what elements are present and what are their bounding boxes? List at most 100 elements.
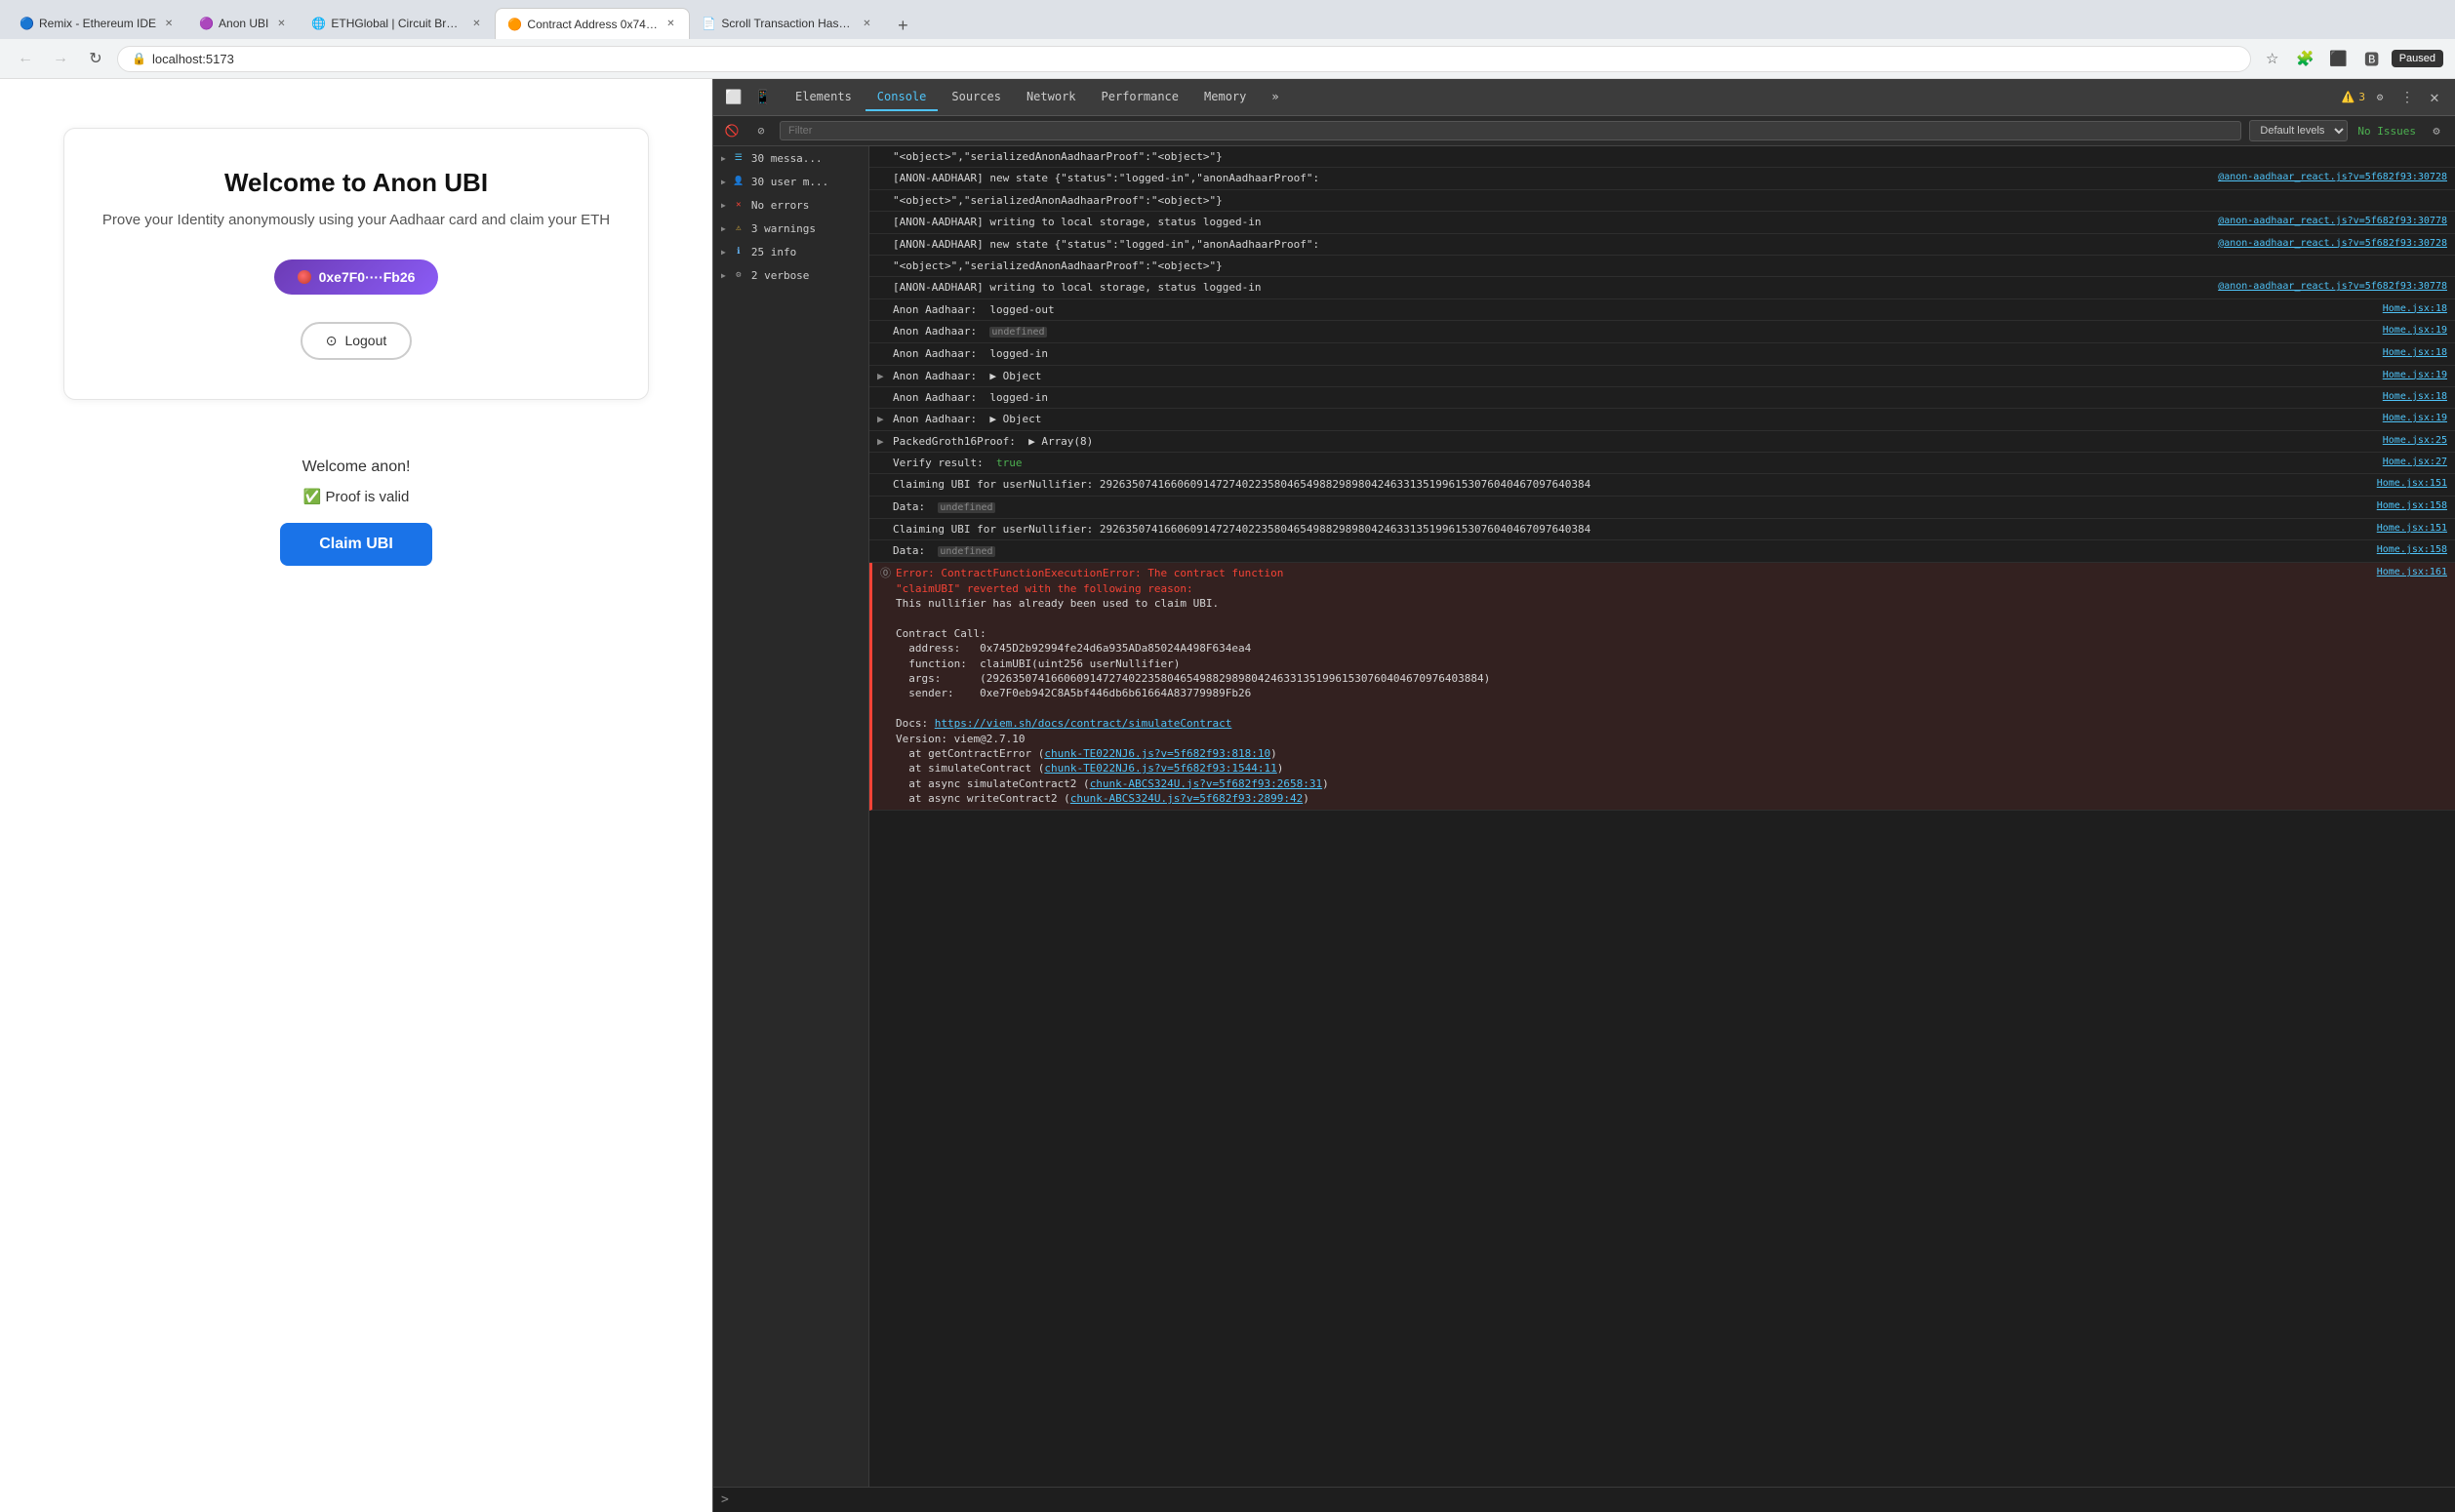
log-entry-error: ⓪ Error: ContractFunctionExecutionError:… bbox=[869, 563, 2455, 810]
tab-console[interactable]: Console bbox=[865, 84, 939, 111]
console-level-select[interactable]: Default levels bbox=[2249, 120, 2348, 141]
tab-elements[interactable]: Elements bbox=[784, 84, 864, 111]
wallet-address-button[interactable]: 0xe7F0····Fb26 bbox=[274, 259, 439, 295]
log-source-aa5[interactable]: Home.jsx:18 bbox=[2383, 390, 2447, 405]
log-source-aa1[interactable]: Home.jsx:18 bbox=[2383, 302, 2447, 317]
sidebar-item-user[interactable]: ▶ 👤 30 user m... bbox=[713, 170, 868, 193]
log-source-claim2[interactable]: Home.jsx:151 bbox=[2377, 522, 2447, 537]
console-settings-button[interactable]: ⚙ bbox=[2426, 120, 2447, 141]
log-source-packed[interactable]: Home.jsx:25 bbox=[2383, 434, 2447, 449]
log-source-error[interactable]: Home.jsx:161 bbox=[2377, 566, 2447, 806]
log-source-anon2[interactable]: @anon-aadhaar_react.js?v=5f682f93:30728 bbox=[2218, 237, 2447, 252]
tab-title-contract: Contract Address 0x745d2b... bbox=[527, 18, 658, 31]
back-button[interactable]: ← bbox=[12, 45, 39, 72]
device-toolbar-button[interactable]: 📱 bbox=[750, 85, 776, 110]
console-output[interactable]: "<object>","serializedAnonAadhaarProof":… bbox=[869, 146, 2455, 1487]
clear-console-button[interactable]: 🚫 bbox=[721, 120, 743, 141]
expand-arrow-13[interactable]: ▶ bbox=[877, 412, 891, 426]
log-source-data1[interactable]: Home.jsx:158 bbox=[2377, 499, 2447, 515]
tab-close-remix[interactable]: ✕ bbox=[162, 17, 176, 30]
log-content-packed: PackedGroth16Proof: ▶ Array(8) bbox=[893, 434, 2375, 449]
error-icon: ✕ bbox=[732, 198, 745, 212]
tab-close-scroll[interactable]: ✕ bbox=[860, 17, 873, 30]
star-button[interactable]: ☆ bbox=[2259, 45, 2286, 72]
inspect-element-button[interactable]: ⬜ bbox=[721, 85, 746, 110]
console-input[interactable] bbox=[735, 1493, 2447, 1506]
tab-remix[interactable]: 🔵 Remix - Ethereum IDE ✕ bbox=[8, 8, 187, 39]
log-source-data2[interactable]: Home.jsx:158 bbox=[2377, 543, 2447, 559]
log-source-aa2[interactable]: Home.jsx:19 bbox=[2383, 324, 2447, 339]
log-source-aa3[interactable]: Home.jsx:18 bbox=[2383, 346, 2447, 361]
expand-arrow-17 bbox=[877, 499, 891, 515]
log-entry-anon1: [ANON-AADHAAR] new state {"status":"logg… bbox=[869, 168, 2455, 189]
log-entry-claim2: Claiming UBI for userNullifier: 29263507… bbox=[869, 519, 2455, 540]
log-source-verify[interactable]: Home.jsx:27 bbox=[2383, 456, 2447, 470]
messages-label: 30 messa... bbox=[751, 152, 823, 165]
log-entry-data1: Data: undefined Home.jsx:158 bbox=[869, 497, 2455, 519]
expand-icon-3: ▶ bbox=[721, 201, 726, 210]
url-bar[interactable]: 🔒 localhost:5173 bbox=[117, 46, 2251, 72]
expand-arrow-11[interactable]: ▶ bbox=[877, 369, 891, 383]
webpage-inner: Welcome to Anon UBI Prove your Identity … bbox=[24, 79, 688, 585]
sidebar-item-verbose[interactable]: ▶ ⚙ 2 verbose bbox=[713, 263, 868, 287]
sidebar-item-messages[interactable]: ▶ ☰ 30 messa... bbox=[713, 146, 868, 170]
profile-button[interactable]: 🅱 bbox=[2358, 45, 2386, 72]
devtools-icons: ⬜ 📱 bbox=[721, 85, 776, 110]
sidebar-item-errors[interactable]: ▶ ✕ No errors bbox=[713, 193, 868, 217]
console-filter-input[interactable] bbox=[780, 121, 2241, 140]
log-content-aa4: Anon Aadhaar: ▶ Object bbox=[893, 369, 2375, 383]
expand-arrow-14[interactable]: ▶ bbox=[877, 434, 891, 449]
reload-button[interactable]: ↻ bbox=[82, 45, 109, 72]
log-source-claim1[interactable]: Home.jsx:151 bbox=[2377, 477, 2447, 492]
log-source-aa4[interactable]: Home.jsx:19 bbox=[2383, 369, 2447, 383]
claim-ubi-button[interactable]: Claim UBI bbox=[280, 523, 432, 566]
info-label: 25 info bbox=[751, 246, 796, 259]
tab-sources[interactable]: Sources bbox=[940, 84, 1013, 111]
chunk-link-1[interactable]: chunk-TE022NJ6.js?v=5f682f93:818:10 bbox=[1044, 747, 1270, 760]
tab-performance[interactable]: Performance bbox=[1090, 84, 1190, 111]
chunk-link-2[interactable]: chunk-TE022NJ6.js?v=5f682f93:1544:11 bbox=[1044, 762, 1276, 775]
log-content-aa2: Anon Aadhaar: undefined bbox=[893, 324, 2375, 339]
proof-badge: ✅ Proof is valid bbox=[303, 488, 410, 505]
console-filter-icon: ⊘ bbox=[750, 120, 772, 141]
warning-icon: ⚠️ bbox=[2342, 91, 2355, 103]
log-source-write1[interactable]: @anon-aadhaar_react.js?v=5f682f93:30778 bbox=[2218, 215, 2447, 229]
new-tab-button[interactable]: + bbox=[889, 12, 916, 39]
forward-button[interactable]: → bbox=[47, 45, 74, 72]
tab-memory[interactable]: Memory bbox=[1192, 84, 1258, 111]
devtools-toggle-button[interactable]: ⬛ bbox=[2325, 45, 2353, 72]
tab-close-ethglobal[interactable]: ✕ bbox=[469, 17, 483, 30]
expand-arrow-20: ⓪ bbox=[880, 566, 894, 806]
chunk-link-4[interactable]: chunk-ABCS324U.js?v=5f682f93:2899:42 bbox=[1070, 792, 1303, 805]
tab-close-contract[interactable]: ✕ bbox=[664, 18, 677, 31]
devtools-more-button[interactable]: ⋮ bbox=[2395, 85, 2420, 110]
tab-close-anon[interactable]: ✕ bbox=[274, 17, 288, 30]
verbose-icon: ⚙ bbox=[732, 268, 745, 282]
tab-network[interactable]: Network bbox=[1015, 84, 1088, 111]
log-content-anon2: [ANON-AADHAAR] new state {"status":"logg… bbox=[893, 237, 2210, 252]
chunk-link-3[interactable]: chunk-ABCS324U.js?v=5f682f93:2658:31 bbox=[1090, 777, 1322, 790]
devtools-settings-button[interactable]: ⚙ bbox=[2367, 85, 2393, 110]
sidebar-item-warnings[interactable]: ▶ ⚠ 3 warnings bbox=[713, 217, 868, 240]
tab-ethglobal[interactable]: 🌐 ETHGlobal | Circuit Breaker ✕ bbox=[300, 8, 495, 39]
log-entry-aa1: Anon Aadhaar: logged-out Home.jsx:18 bbox=[869, 299, 2455, 321]
docs-link[interactable]: https://viem.sh/docs/contract/simulateCo… bbox=[935, 717, 1232, 730]
tab-scroll[interactable]: 📄 Scroll Transaction Hash (Txh... ✕ bbox=[690, 8, 885, 39]
log-source-write2[interactable]: @anon-aadhaar_react.js?v=5f682f93:30778 bbox=[2218, 280, 2447, 295]
tab-anon-ubi[interactable]: 🟣 Anon UBI ✕ bbox=[187, 8, 300, 39]
welcome-text: Welcome anon! bbox=[44, 458, 668, 476]
tab-contract[interactable]: 🟠 Contract Address 0x745d2b... ✕ bbox=[495, 8, 690, 39]
log-source-aa6[interactable]: Home.jsx:19 bbox=[2383, 412, 2447, 426]
sidebar-item-info[interactable]: ▶ ℹ 25 info bbox=[713, 240, 868, 263]
extensions-button[interactable]: 🧩 bbox=[2292, 45, 2319, 72]
log-entry-anon1b: "<object>","serializedAnonAadhaarProof":… bbox=[869, 190, 2455, 212]
console-body: ▶ ☰ 30 messa... ▶ 👤 30 user m... ▶ ✕ No … bbox=[713, 146, 2455, 1487]
log-source-anon1[interactable]: @anon-aadhaar_react.js?v=5f682f93:30728 bbox=[2218, 171, 2447, 185]
logout-button[interactable]: ⊙ Logout bbox=[301, 322, 413, 360]
devtools-close-button[interactable]: ✕ bbox=[2422, 85, 2447, 110]
tab-bar: 🔵 Remix - Ethereum IDE ✕ 🟣 Anon UBI ✕ 🌐 … bbox=[0, 0, 2455, 39]
expand-arrow-12 bbox=[877, 390, 891, 405]
tab-favicon-anon: 🟣 bbox=[199, 17, 213, 30]
tab-more[interactable]: » bbox=[1260, 84, 1290, 111]
app-card: Welcome to Anon UBI Prove your Identity … bbox=[63, 128, 649, 400]
